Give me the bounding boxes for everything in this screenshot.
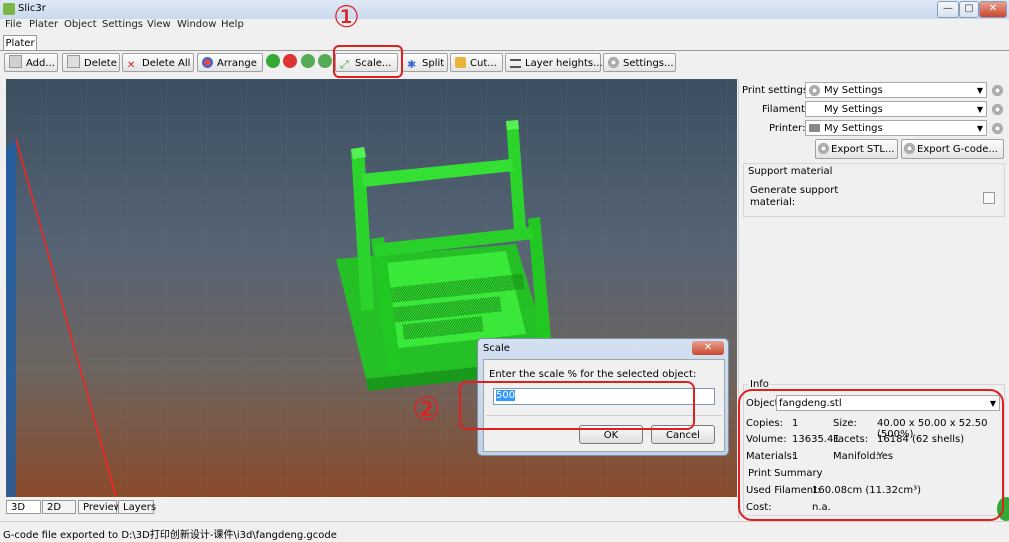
annotation-box-info bbox=[738, 389, 1004, 521]
split-button[interactable]: ✱ Split bbox=[402, 53, 448, 72]
cut-button[interactable]: Cut... bbox=[450, 53, 503, 72]
print-settings-icon bbox=[809, 85, 820, 96]
rotate-left-icon[interactable] bbox=[301, 54, 315, 68]
maximize-button[interactable]: ▢ bbox=[959, 1, 979, 18]
print-settings-select[interactable]: My Settings ▼ bbox=[805, 82, 987, 98]
tab-view-3d[interactable]: 3D bbox=[6, 500, 41, 514]
printer-label: Printer: bbox=[769, 123, 806, 134]
settings-button[interactable]: Settings... bbox=[603, 53, 676, 72]
status-text: G-code file exported to D:\3D打印创新设计-课件\i… bbox=[3, 530, 337, 541]
delete-file-icon bbox=[67, 55, 80, 68]
export-stl-button[interactable]: Export STL... bbox=[815, 139, 898, 159]
tab-plater[interactable]: Plater bbox=[3, 35, 37, 51]
rotate-right-icon[interactable] bbox=[318, 54, 332, 68]
tab-view-preview[interactable]: Preview bbox=[78, 500, 122, 514]
export-gcode-button[interactable]: Export G-code... bbox=[901, 139, 1004, 159]
menu-settings[interactable]: Settings bbox=[102, 19, 143, 30]
split-icon: ✱ bbox=[407, 58, 417, 71]
cut-icon bbox=[455, 57, 466, 68]
chevron-down-icon: ▼ bbox=[976, 124, 983, 133]
dialog-close-button[interactable]: ✕ bbox=[692, 341, 724, 355]
print-settings-gear-icon[interactable] bbox=[992, 85, 1003, 96]
window-title: Slic3r bbox=[18, 3, 46, 14]
add-button[interactable]: Add... bbox=[4, 53, 58, 72]
delete-button[interactable]: Delete bbox=[62, 53, 120, 72]
tab-view-2d[interactable]: 2D bbox=[42, 500, 76, 514]
filament-select[interactable]: My Settings ▼ bbox=[805, 101, 987, 117]
annotation-box-scale bbox=[333, 45, 403, 78]
tab-divider bbox=[0, 50, 1009, 51]
annotation-step-one: ① bbox=[333, 0, 360, 35]
printer-select[interactable]: My Settings ▼ bbox=[805, 120, 987, 136]
menu-plater[interactable]: Plater bbox=[29, 19, 58, 30]
title-bar bbox=[0, 0, 1009, 20]
app-logo-icon bbox=[3, 3, 15, 15]
filament-label: Filament: bbox=[762, 104, 809, 115]
increase-copies-icon[interactable] bbox=[266, 54, 280, 68]
generate-support-label: Generate support material: bbox=[750, 185, 839, 208]
menu-view[interactable]: View bbox=[147, 19, 171, 30]
close-window-button[interactable]: ✕ bbox=[979, 1, 1007, 18]
layer-heights-button[interactable]: Layer heights... bbox=[505, 53, 603, 72]
menu-window[interactable]: Window bbox=[177, 19, 216, 30]
chevron-down-icon: ▼ bbox=[976, 105, 983, 114]
decrease-copies-icon[interactable] bbox=[283, 54, 297, 68]
filament-gear-icon[interactable] bbox=[992, 104, 1003, 115]
generate-support-checkbox[interactable] bbox=[983, 192, 995, 204]
layers-icon bbox=[510, 59, 521, 68]
arrange-button[interactable]: Arrange bbox=[197, 53, 263, 72]
minimize-button[interactable]: — bbox=[937, 1, 959, 18]
chevron-down-icon: ▼ bbox=[976, 86, 983, 95]
menu-file[interactable]: File bbox=[5, 19, 22, 30]
dialog-title: Scale bbox=[483, 343, 510, 354]
delete-all-button[interactable]: ✕ Delete All bbox=[122, 53, 194, 72]
support-material-title: Support material bbox=[748, 166, 833, 177]
menu-help[interactable]: Help bbox=[221, 19, 244, 30]
cross-icon: ✕ bbox=[127, 60, 136, 71]
annotation-box-scale-input bbox=[459, 381, 695, 430]
gear-icon bbox=[608, 57, 619, 68]
add-file-icon bbox=[9, 55, 22, 68]
print-settings-label: Print settings: bbox=[742, 85, 812, 96]
export-icon bbox=[904, 143, 915, 154]
arrange-icon bbox=[202, 57, 213, 68]
menu-bar: File Plater Object Settings View Window … bbox=[0, 19, 1009, 33]
menu-object[interactable]: Object bbox=[64, 19, 97, 30]
export-icon bbox=[818, 143, 829, 154]
annotation-step-two: ② bbox=[412, 390, 441, 428]
printer-gear-icon[interactable] bbox=[992, 123, 1003, 134]
scale-prompt: Enter the scale % for the selected objec… bbox=[489, 369, 697, 380]
tab-view-layers[interactable]: Layers bbox=[118, 500, 156, 514]
printer-icon bbox=[809, 124, 820, 132]
